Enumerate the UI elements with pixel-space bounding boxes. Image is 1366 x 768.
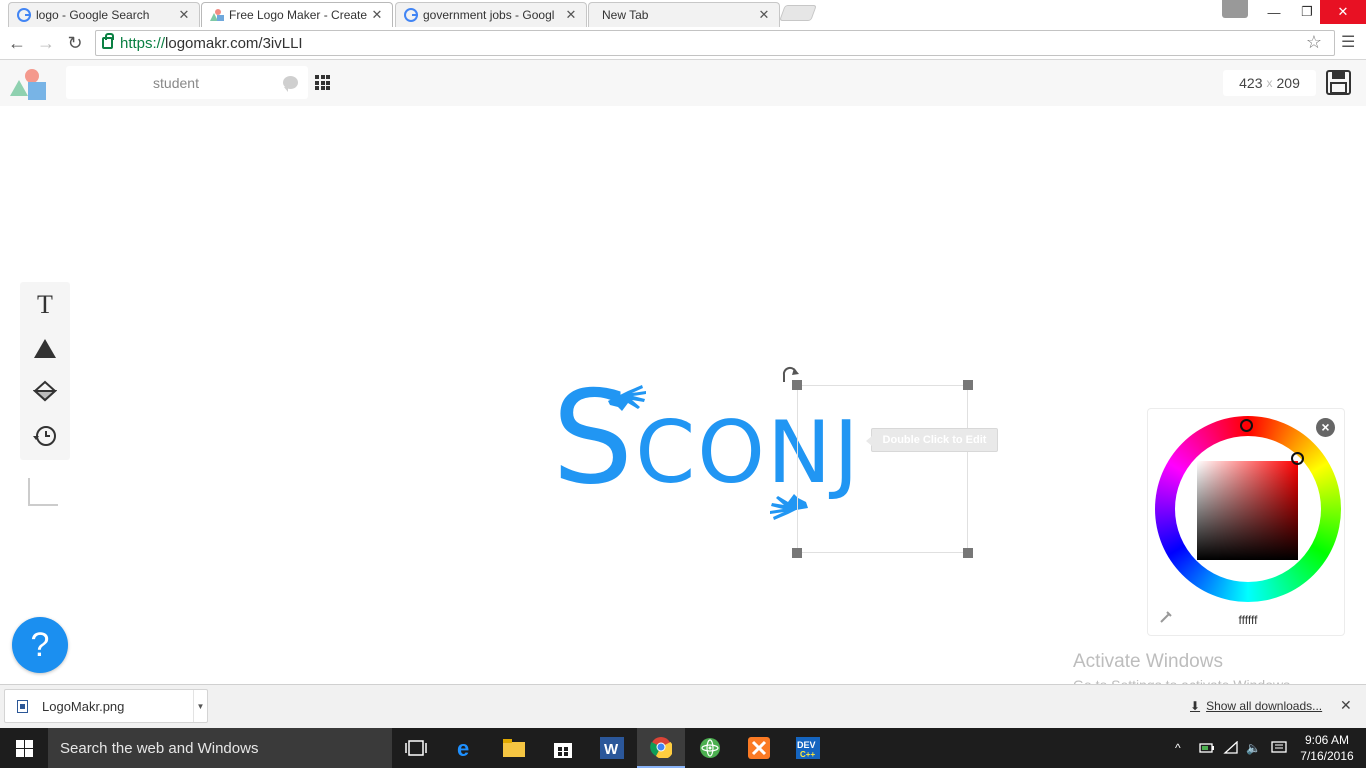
system-clock[interactable]: 9:06 AM 7/16/2016 <box>1296 732 1358 764</box>
browser-toolbar: ← → ↻ https:// logomakr.com/3ivLLI ☆ <box>0 27 1366 60</box>
file-explorer-icon[interactable] <box>490 728 538 768</box>
chevron-down-icon[interactable]: ▼ <box>193 690 207 722</box>
icon-search-box[interactable] <box>66 66 308 99</box>
svg-text:C++: C++ <box>800 750 815 759</box>
google-icon <box>404 8 418 22</box>
notifications-icon[interactable] <box>1271 728 1287 768</box>
show-hidden-icons[interactable]: ^ <box>1175 728 1181 768</box>
color-picker: × ffffff <box>1147 408 1345 636</box>
close-icon[interactable]: ✕ <box>1340 697 1352 714</box>
canvas-size-separator: x <box>1266 76 1273 90</box>
canvas-width: 423 <box>1239 75 1263 91</box>
task-view-icon[interactable] <box>392 728 440 768</box>
tab-title: government jobs - Googl <box>423 8 555 22</box>
clock-time: 9:06 AM <box>1304 733 1350 747</box>
show-all-label: Show all downloads... <box>1206 699 1323 713</box>
edge-icon[interactable]: e <box>442 728 490 768</box>
new-tab-button[interactable] <box>779 5 817 21</box>
double-click-tooltip: Double Click to Edit <box>866 428 998 452</box>
url-scheme: https:// <box>120 34 166 52</box>
canvas-height: 209 <box>1276 75 1300 91</box>
chat-bubble-icon[interactable] <box>283 76 298 92</box>
file-icon <box>17 699 28 713</box>
dev-cpp-icon[interactable]: DEV C++ <box>784 728 832 768</box>
logomakr-header <box>0 60 1366 106</box>
svg-text:DEV: DEV <box>797 740 816 750</box>
close-icon[interactable]: ✕ <box>757 7 771 23</box>
resize-handle-bottom-left[interactable] <box>792 548 802 558</box>
back-icon[interactable]: ← <box>5 31 29 55</box>
download-icon: ⬇ <box>1190 699 1201 713</box>
window-close-button[interactable]: ✕ <box>1320 0 1366 24</box>
tab-title: logo - Google Search <box>36 8 150 22</box>
close-icon[interactable]: ✕ <box>177 7 191 23</box>
tab-government-jobs[interactable]: government jobs - Googl ✕ <box>395 2 587 27</box>
history-icon[interactable] <box>30 421 60 451</box>
hue-handle[interactable] <box>1240 419 1253 432</box>
tab-title: Free Logo Maker - Create <box>229 8 368 22</box>
url-path: logomakr.com/3ivLLI <box>165 34 303 52</box>
reload-icon[interactable]: ↻ <box>63 31 87 55</box>
profile-icon[interactable] <box>1222 0 1248 18</box>
resize-handle-bottom-right[interactable] <box>963 548 973 558</box>
hand-icon-top[interactable] <box>606 381 648 420</box>
hex-color-value[interactable]: ffffff <box>1218 613 1278 627</box>
download-shelf: LogoMakr.png ▼ ⬇ Show all downloads... ✕ <box>0 684 1366 728</box>
volume-icon[interactable]: 🔈 <box>1246 728 1261 768</box>
chrome-menu-icon[interactable]: ☰ <box>1341 32 1355 52</box>
taskbar-search-placeholder: Search the web and Windows <box>60 739 259 757</box>
word-icon[interactable]: W <box>588 728 636 768</box>
icon-search-input[interactable] <box>66 74 286 91</box>
store-icon[interactable] <box>539 728 587 768</box>
shape-tool-icon[interactable] <box>30 333 60 363</box>
bookmark-star-icon[interactable]: ☆ <box>1306 32 1322 53</box>
chrome-icon[interactable] <box>637 728 685 768</box>
canvas-size-box[interactable]: 423 x 209 <box>1223 70 1316 96</box>
logomakr-logo[interactable] <box>10 68 48 100</box>
forward-icon[interactable]: → <box>34 31 58 55</box>
show-all-downloads-link[interactable]: ⬇ Show all downloads... <box>1190 699 1322 713</box>
clock-date: 7/16/2016 <box>1300 749 1354 763</box>
watermark-title: Activate Windows <box>1073 651 1223 672</box>
close-icon[interactable]: ✕ <box>564 7 578 23</box>
windows-taskbar: Search the web and Windows e W DEV C++ ^ … <box>0 728 1366 768</box>
rotate-icon[interactable] <box>780 366 800 384</box>
windows-start-icon[interactable] <box>0 728 48 768</box>
tab-logo-google-search[interactable]: logo - Google Search ✕ <box>8 2 200 27</box>
tool-panel: T <box>20 282 70 460</box>
tab-new-tab[interactable]: New Tab ✕ <box>588 2 780 27</box>
lock-icon <box>102 33 114 49</box>
tab-free-logo-maker[interactable]: Free Logo Maker - Create ✕ <box>201 2 393 27</box>
saturation-square[interactable] <box>1197 461 1298 560</box>
selection-box[interactable] <box>797 385 968 553</box>
tab-title: New Tab <box>602 8 649 22</box>
download-filename: LogoMakr.png <box>42 698 125 714</box>
svg-text:W: W <box>604 741 619 758</box>
apps-grid-icon[interactable] <box>315 75 330 90</box>
download-item[interactable]: LogoMakr.png ▼ <box>4 689 208 723</box>
atom-icon[interactable] <box>686 728 734 768</box>
help-button[interactable]: ? <box>12 617 68 673</box>
xampp-icon[interactable] <box>735 728 783 768</box>
svg-text:e: e <box>457 737 469 759</box>
eyedropper-icon[interactable] <box>1160 609 1174 623</box>
resize-handle-top-right[interactable] <box>963 380 973 390</box>
battery-icon[interactable] <box>1199 728 1215 768</box>
tab-strip: logo - Google Search ✕ Free Logo Maker -… <box>0 0 1366 27</box>
save-icon[interactable] <box>1326 70 1351 95</box>
logomakr-icon <box>210 9 224 21</box>
close-picker-icon[interactable]: × <box>1316 418 1335 437</box>
close-icon[interactable]: ✕ <box>370 7 384 23</box>
fill-tool-icon[interactable] <box>30 377 60 407</box>
saturation-handle[interactable] <box>1291 452 1304 465</box>
google-icon <box>17 8 31 22</box>
taskbar-search[interactable]: Search the web and Windows <box>48 728 392 768</box>
text-tool-icon[interactable]: T <box>30 290 60 320</box>
address-bar[interactable]: https:// logomakr.com/3ivLLI ☆ <box>95 30 1335 56</box>
crop-corner-icon <box>28 478 58 506</box>
wifi-icon[interactable] <box>1223 728 1239 768</box>
